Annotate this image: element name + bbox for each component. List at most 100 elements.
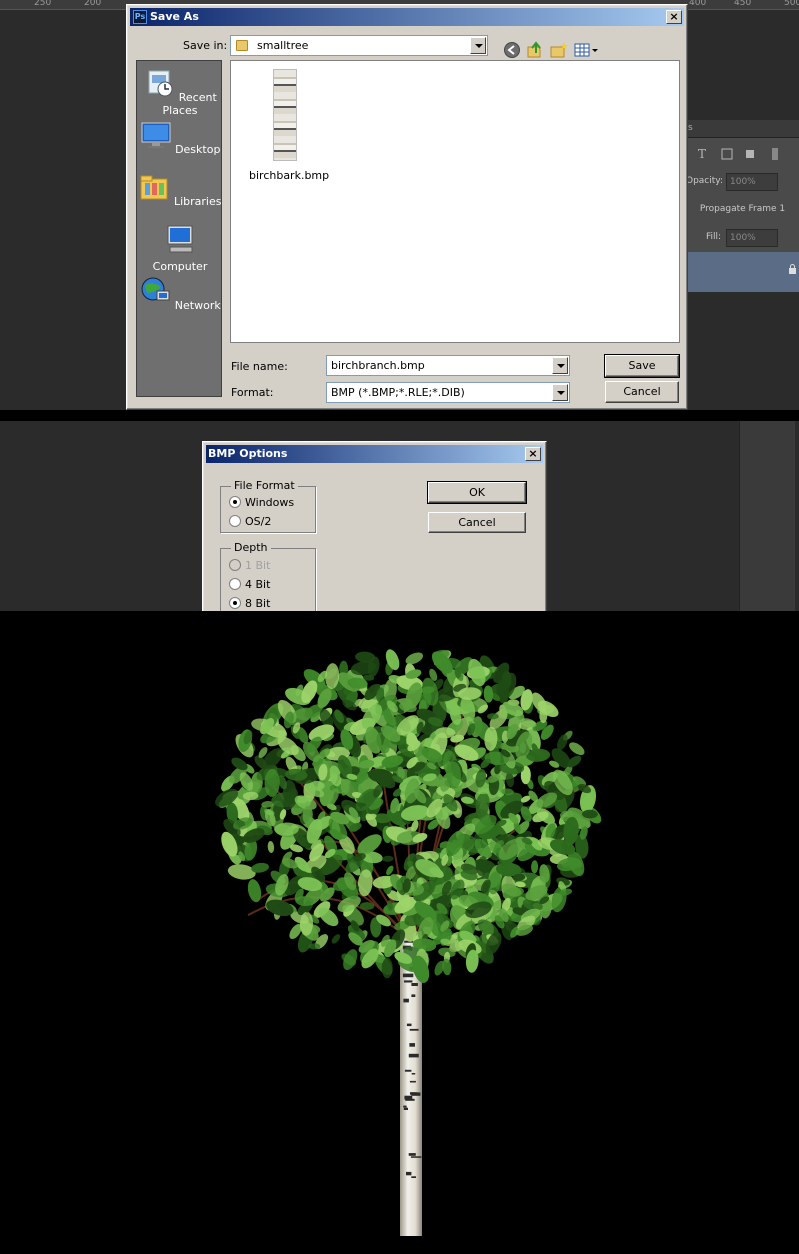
places-bar: Recent Places Desktop Libraries Computer…: [136, 60, 222, 397]
bmp-thumbnail-icon: [273, 69, 297, 161]
leaf: [442, 958, 452, 976]
bark-mark: [408, 1153, 416, 1156]
ruler-label: 250: [34, 0, 52, 8]
cancel-button[interactable]: Cancel: [428, 512, 526, 533]
ruler-label: 200: [84, 0, 102, 8]
leaf: [227, 864, 256, 880]
save-in-dropdown[interactable]: smalltree: [230, 35, 488, 56]
chevron-down-icon[interactable]: [470, 37, 486, 54]
fill-label: Fill:: [706, 232, 722, 242]
format-label: Format:: [231, 386, 274, 399]
ruler-label: 400: [689, 0, 707, 8]
bark-mark: [411, 1073, 416, 1075]
selected-layer[interactable]: [686, 252, 799, 292]
lock-icon: [789, 264, 796, 274]
bark-mark: [406, 1023, 412, 1027]
bmp-options-dialog: BMP Options × File Format Windows OS/2 D…: [202, 441, 547, 611]
file-name-label: File name:: [231, 360, 288, 373]
side-panel: [739, 421, 795, 611]
leaf: [405, 652, 424, 665]
cancel-button[interactable]: Cancel: [605, 381, 679, 403]
format-dropdown[interactable]: BMP (*.BMP;*.RLE;*.DIB): [326, 382, 570, 403]
place-label: Desktop: [175, 143, 221, 156]
chevron-down-icon[interactable]: [552, 384, 568, 401]
folder-icon: [236, 40, 248, 51]
back-icon[interactable]: [503, 41, 521, 59]
new-folder-icon[interactable]: [550, 41, 568, 59]
save-as-titlebar[interactable]: Ps Save As ×: [130, 8, 684, 26]
bark-mark: [409, 1043, 415, 1047]
leaf: [267, 841, 275, 853]
dialog-title: Save As: [150, 10, 199, 23]
save-in-label: Save in:: [183, 39, 228, 52]
leaf: [539, 708, 548, 724]
recent-places-icon: [148, 70, 173, 97]
filter-icons-row: T: [686, 146, 799, 165]
radio-label: 4 Bit: [245, 578, 271, 591]
bmp-options-titlebar[interactable]: BMP Options ×: [206, 445, 543, 463]
bark-mark: [411, 983, 418, 986]
close-button[interactable]: ×: [525, 447, 541, 461]
place-label: Computer: [152, 260, 208, 273]
group-title: Depth: [231, 541, 271, 554]
bark-mark: [403, 1105, 407, 1108]
file-list[interactable]: birchbark.bmp: [230, 60, 680, 343]
chevron-down-icon[interactable]: [552, 357, 568, 374]
radio-1-bit: 1 Bit: [229, 559, 270, 572]
panel-tab-label[interactable]: s: [688, 123, 693, 133]
radio-os2[interactable]: OS/2: [229, 515, 271, 528]
bark-mark: [410, 1156, 422, 1158]
bark-mark: [404, 1069, 412, 1072]
radio-4-bit[interactable]: 4 Bit: [229, 578, 270, 591]
radio-button[interactable]: [229, 578, 241, 590]
place-desktop[interactable]: Desktop: [137, 119, 223, 156]
propagate-frame-option[interactable]: Propagate Frame 1: [686, 204, 799, 214]
radio-button: [229, 559, 241, 571]
bark-mark: [404, 980, 413, 983]
fill-field[interactable]: 100%: [726, 229, 778, 247]
fill-value: 100%: [730, 233, 756, 243]
place-recent-places[interactable]: Recent Places: [137, 67, 223, 117]
tree-render-viewport: [0, 611, 799, 1254]
save-as-dialog: Ps Save As × Save in: smalltree Recent P…: [126, 4, 688, 410]
place-libraries[interactable]: Libraries: [137, 171, 223, 208]
ruler-label: 500: [784, 0, 799, 8]
place-label: Libraries: [173, 195, 222, 208]
computer-icon: [167, 225, 193, 253]
radio-button[interactable]: [229, 597, 241, 609]
ruler-label: 450: [734, 0, 752, 8]
place-network[interactable]: Network: [137, 275, 223, 312]
ok-button[interactable]: OK: [427, 481, 527, 504]
tree-foliage: [215, 649, 602, 983]
up-folder-icon[interactable]: [526, 41, 544, 59]
radio-button[interactable]: [229, 515, 241, 527]
opacity-value: 100%: [730, 177, 756, 187]
save-button[interactable]: Save: [604, 354, 680, 378]
radio-label: OS/2: [245, 515, 272, 528]
photoshop-workspace-2: BMP Options × File Format Windows OS/2 D…: [0, 421, 799, 611]
bark-mark: [403, 1107, 408, 1110]
bark-mark: [408, 1053, 419, 1058]
bark-mark: [402, 973, 414, 978]
bark-mark: [405, 1098, 415, 1101]
radio-windows[interactable]: Windows: [229, 496, 294, 509]
place-computer[interactable]: Computer: [137, 223, 223, 273]
radio-button[interactable]: [229, 496, 241, 508]
file-item[interactable]: birchbark.bmp: [249, 69, 329, 182]
opacity-field[interactable]: 100%: [726, 173, 778, 191]
leaf: [331, 934, 341, 944]
layer-filter-icons[interactable]: T: [686, 146, 799, 162]
bark-mark: [411, 994, 416, 997]
file-name-input[interactable]: birchbranch.bmp: [326, 355, 570, 376]
network-icon: [141, 277, 170, 301]
dialog-title: BMP Options: [208, 447, 288, 460]
bark-mark: [410, 1092, 417, 1095]
depth-group: Depth 1 Bit 4 Bit 8 Bit: [220, 541, 316, 611]
leaf: [569, 742, 585, 756]
photoshop-workspace: 250 200 450 500 400 s T Opacity: 100% Pr…: [0, 0, 799, 410]
close-button[interactable]: ×: [666, 10, 682, 24]
format-value: BMP (*.BMP;*.RLE;*.DIB): [331, 386, 465, 399]
view-menu-icon[interactable]: [574, 41, 600, 59]
radio-8-bit[interactable]: 8 Bit: [229, 597, 270, 610]
propagate-label: Propagate Frame 1: [699, 204, 786, 214]
